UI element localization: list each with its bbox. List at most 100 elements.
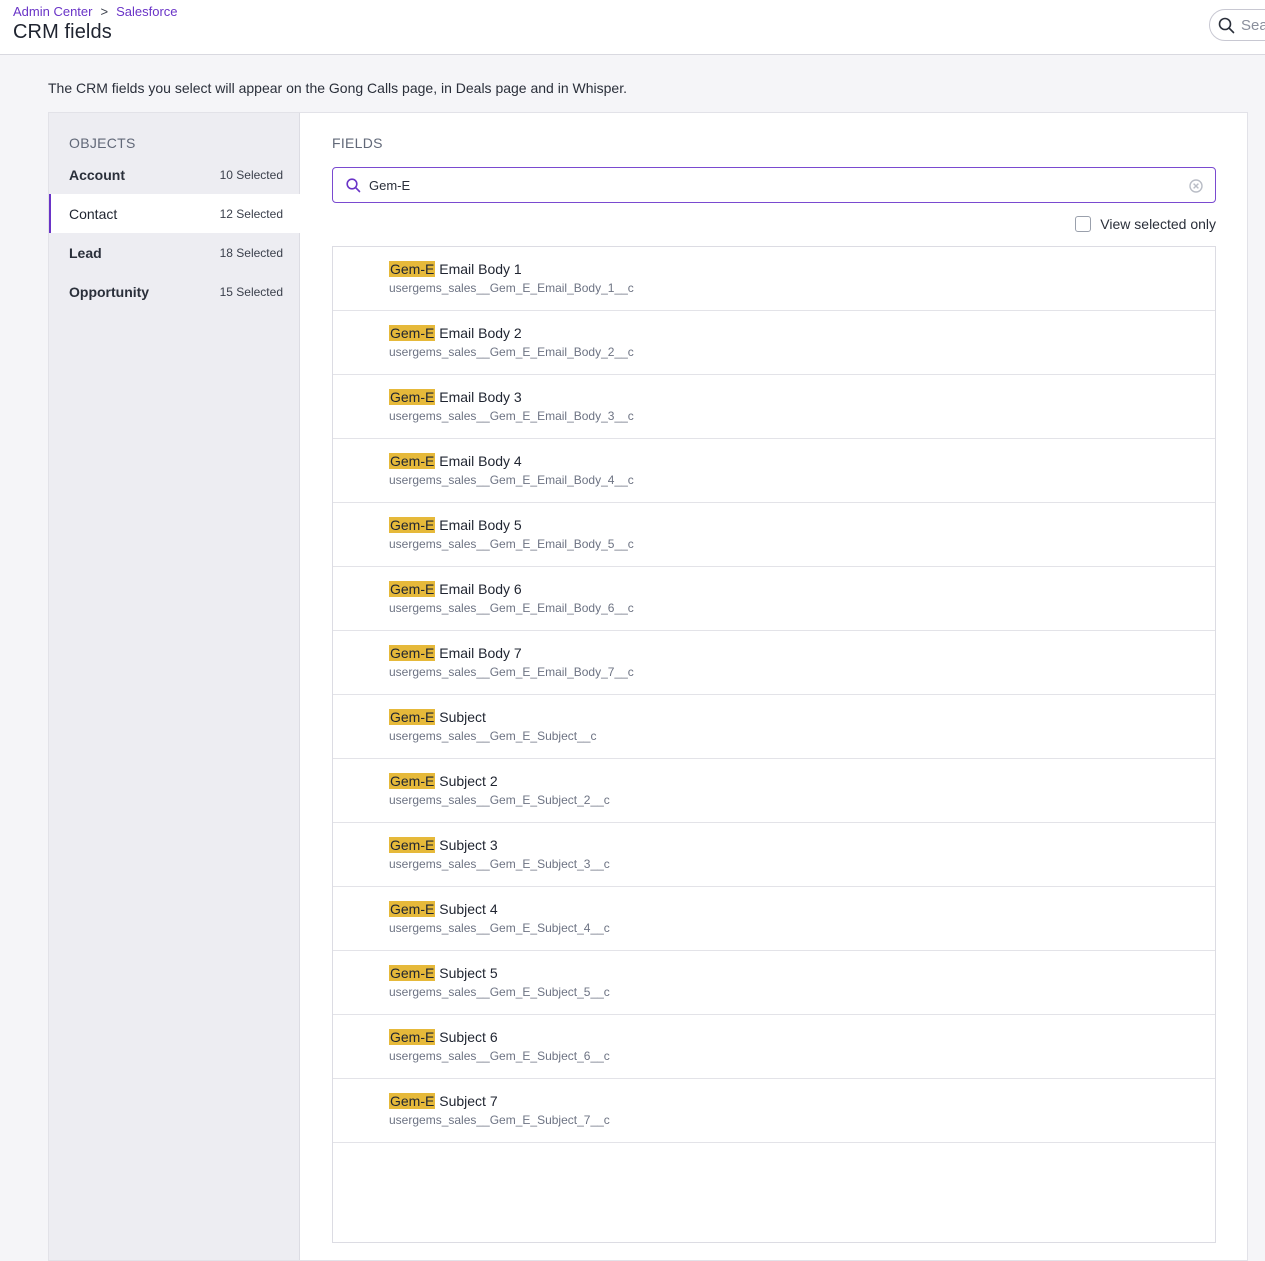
field-label: Gem-E Subject 7 xyxy=(389,1093,1215,1109)
field-search-box[interactable] xyxy=(332,167,1216,203)
field-label-text: Subject 6 xyxy=(435,1029,498,1045)
object-selected-count: 15 Selected xyxy=(219,284,283,299)
field-search-input[interactable] xyxy=(369,177,1169,193)
field-label-text: Subject 7 xyxy=(435,1093,498,1109)
search-match-highlight: Gem-E xyxy=(389,773,436,789)
field-row[interactable]: Gem-E Email Body 2 usergems_sales__Gem_E_… xyxy=(333,311,1215,375)
object-name: Contact xyxy=(69,205,118,222)
breadcrumb-admin-center[interactable]: Admin Center xyxy=(13,4,92,19)
page-title: CRM fields xyxy=(13,21,112,43)
field-row[interactable]: Gem-E Email Body 6 usergems_sales__Gem_E_… xyxy=(333,567,1215,631)
field-row[interactable]: Gem-E Subject 5 usergems_sales__Gem_E_Sub… xyxy=(333,951,1215,1015)
field-api-name: usergems_sales__Gem_E_Subject_5__c xyxy=(389,985,610,999)
field-row[interactable]: Gem-E Subject 7 usergems_sales__Gem_E_Sub… xyxy=(333,1079,1215,1143)
field-api-name: usergems_sales__Gem_E_Email_Body_5__c xyxy=(389,537,634,551)
field-api-name: usergems_sales__Gem_E_Subject_6__c xyxy=(389,1049,610,1063)
object-item-opportunity[interactable]: Opportunity 15 Selected xyxy=(49,272,300,311)
search-match-highlight: Gem-E xyxy=(389,1029,436,1045)
field-label-text: Email Body 5 xyxy=(435,517,522,533)
field-label: Gem-E Subject 3 xyxy=(389,837,1215,853)
field-label: Gem-E Subject 6 xyxy=(389,1029,1215,1045)
field-row[interactable]: Gem-E Email Body 5 usergems_sales__Gem_E_… xyxy=(333,503,1215,567)
search-match-highlight: Gem-E xyxy=(389,453,436,469)
field-label: Gem-E Email Body 1 xyxy=(389,261,1215,277)
field-row[interactable]: Gem-E Email Body 7 usergems_sales__Gem_E_… xyxy=(333,631,1215,695)
search-match-highlight: Gem-E xyxy=(389,517,436,533)
field-label-text: Email Body 6 xyxy=(435,581,522,597)
object-name: Opportunity xyxy=(69,283,150,300)
view-selected-only-toggle[interactable]: View selected only xyxy=(1075,216,1216,232)
objects-sidebar: OBJECTS Account 10 Selected Contact 12 Sele… xyxy=(49,113,300,1260)
field-label-text: Subject 4 xyxy=(435,901,498,917)
field-row[interactable]: Gem-E Subject usergems_sales__Gem_E_Subje… xyxy=(333,695,1215,759)
search-match-highlight: Gem-E xyxy=(389,581,436,597)
field-api-name: usergems_sales__Gem_E_Subject_3__c xyxy=(389,857,610,871)
search-match-highlight: Gem-E xyxy=(389,325,436,341)
search-match-highlight: Gem-E xyxy=(389,965,436,981)
breadcrumb-salesforce[interactable]: Salesforce xyxy=(116,4,177,19)
field-api-name: usergems_sales__Gem_E_Subject_7__c xyxy=(389,1113,610,1127)
field-label-text: Email Body 3 xyxy=(435,389,522,405)
search-icon xyxy=(346,177,361,192)
search-match-highlight: Gem-E xyxy=(389,901,436,917)
field-row[interactable]: Gem-E Subject 4 usergems_sales__Gem_E_Sub… xyxy=(333,887,1215,951)
search-match-highlight: Gem-E xyxy=(389,389,436,405)
field-label-text: Email Body 4 xyxy=(435,453,522,469)
search-match-highlight: Gem-E xyxy=(389,837,436,853)
crm-fields-panel: OBJECTS Account 10 Selected Contact 12 Sele… xyxy=(48,112,1248,1261)
chevron-right-icon: > xyxy=(100,4,109,19)
intro-text: The CRM fields you select will appear on… xyxy=(48,80,627,96)
field-api-name: usergems_sales__Gem_E_Email_Body_1__c xyxy=(389,281,634,295)
field-label: Gem-E Subject xyxy=(389,709,1215,725)
fields-section: FIELDS View selected only Gem-E Email Bo… xyxy=(332,113,1216,1260)
objects-title: OBJECTS xyxy=(69,135,136,151)
object-name: Lead xyxy=(69,244,102,261)
breadcrumb: Admin Center > Salesforce xyxy=(13,4,178,19)
field-row[interactable]: Gem-E Subject 2 usergems_sales__Gem_E_Sub… xyxy=(333,759,1215,823)
field-label-text: Subject 5 xyxy=(435,965,498,981)
field-api-name: usergems_sales__Gem_E_Email_Body_3__c xyxy=(389,409,634,423)
field-row[interactable]: Gem-E Subject 6 usergems_sales__Gem_E_Sub… xyxy=(333,1015,1215,1079)
view-selected-checkbox[interactable] xyxy=(1075,216,1092,232)
field-label: Gem-E Subject 5 xyxy=(389,965,1215,981)
view-selected-label: View selected only xyxy=(1100,216,1216,232)
field-label-text: Subject 3 xyxy=(435,837,498,853)
field-api-name: usergems_sales__Gem_E_Subject_4__c xyxy=(389,921,610,935)
field-api-name: usergems_sales__Gem_E_Subject__c xyxy=(389,729,597,743)
object-item-contact[interactable]: Contact 12 Selected xyxy=(49,194,300,233)
object-selected-count: 18 Selected xyxy=(219,245,283,260)
search-icon xyxy=(1218,17,1235,33)
object-item-account[interactable]: Account 10 Selected xyxy=(49,155,300,194)
object-selected-count: 10 Selected xyxy=(219,167,283,182)
field-row[interactable]: Gem-E Subject 3 usergems_sales__Gem_E_Sub… xyxy=(333,823,1215,887)
field-api-name: usergems_sales__Gem_E_Subject_2__c xyxy=(389,793,610,807)
global-search-placeholder: Search xyxy=(1241,16,1265,34)
search-match-highlight: Gem-E xyxy=(389,1093,436,1109)
field-label: Gem-E Email Body 7 xyxy=(389,645,1215,661)
clear-icon[interactable] xyxy=(1189,179,1203,193)
field-label: Gem-E Email Body 6 xyxy=(389,581,1215,597)
field-label: Gem-E Email Body 2 xyxy=(389,325,1215,341)
field-label: Gem-E Subject 4 xyxy=(389,901,1215,917)
search-match-highlight: Gem-E xyxy=(389,261,436,277)
field-api-name: usergems_sales__Gem_E_Email_Body_7__c xyxy=(389,665,634,679)
field-label: Gem-E Email Body 4 xyxy=(389,453,1215,469)
field-row[interactable]: Gem-E Email Body 3 usergems_sales__Gem_E_… xyxy=(333,375,1215,439)
object-item-lead[interactable]: Lead 18 Selected xyxy=(49,233,300,272)
field-list: Gem-E Email Body 1 usergems_sales__Gem_E_… xyxy=(332,246,1216,1243)
field-label-text: Subject xyxy=(435,709,486,725)
field-label-text: Subject 2 xyxy=(435,773,498,789)
search-match-highlight: Gem-E xyxy=(389,709,436,725)
field-label-text: Email Body 2 xyxy=(435,325,522,341)
field-api-name: usergems_sales__Gem_E_Email_Body_4__c xyxy=(389,473,634,487)
field-label-text: Email Body 1 xyxy=(435,261,522,277)
field-row[interactable]: Gem-E Email Body 4 usergems_sales__Gem_E_… xyxy=(333,439,1215,503)
search-match-highlight: Gem-E xyxy=(389,645,436,661)
field-row[interactable]: Gem-E Email Body 1 usergems_sales__Gem_E_… xyxy=(333,247,1215,311)
object-name: Account xyxy=(69,166,125,183)
field-label: Gem-E Email Body 5 xyxy=(389,517,1215,533)
field-api-name: usergems_sales__Gem_E_Email_Body_6__c xyxy=(389,601,634,615)
field-label-text: Email Body 7 xyxy=(435,645,522,661)
page-header: Admin Center > Salesforce CRM fields Sea… xyxy=(0,0,1265,55)
global-search-input[interactable]: Search xyxy=(1209,9,1265,41)
